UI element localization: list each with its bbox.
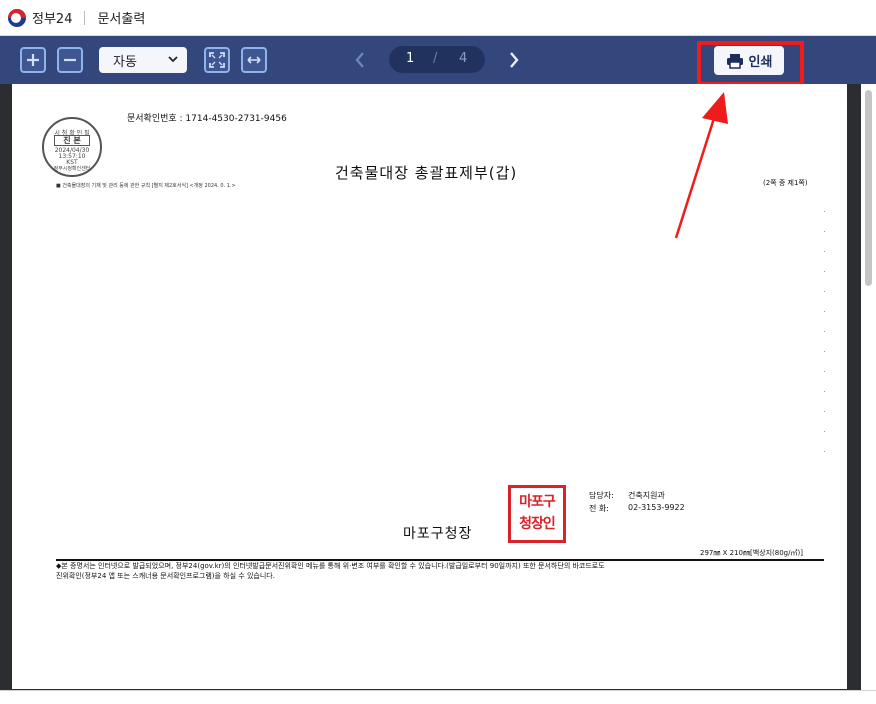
- contact-person-label: 담당자:: [589, 491, 614, 500]
- notice-line-2: 진위확인(정부24 앱 또는 스캐너용 문서확인프로그램)을 하실 수 있습니다…: [56, 572, 275, 580]
- zoom-out-icon: [64, 58, 76, 62]
- verification-seal-stamp: 시 청 확 인 필 진 본 2024/04/30 13:57:10 KST 정부…: [42, 117, 102, 177]
- seal-bottom-text: 정부시청확인센터: [53, 166, 91, 172]
- contact-person: 건축지원과: [628, 491, 665, 500]
- chevron-down-icon: [168, 56, 178, 63]
- margin-dot: [824, 411, 825, 412]
- contact-phone: 02-3153-9922: [628, 503, 685, 512]
- notice-line-1: ◆본 증명서는 인터넷으로 발급되었으며, 정부24(gov.kr)의 인터넷발…: [56, 562, 605, 570]
- margin-dot: [824, 251, 825, 252]
- fit-page-button[interactable]: [204, 47, 230, 73]
- next-page-icon: [510, 52, 519, 68]
- official-red-seal: 마포구 청장인: [508, 485, 566, 543]
- print-highlight-box: [697, 41, 804, 86]
- current-page-input[interactable]: 1: [406, 51, 414, 66]
- contact-phone-label: 전 화:: [589, 504, 609, 513]
- verification-number: 문서확인번호 : 1714-4530-2731-9456: [127, 114, 287, 124]
- margin-dot: [824, 211, 825, 212]
- title-bar: 정부24 문서출력: [0, 0, 876, 36]
- fit-width-icon: [247, 56, 261, 64]
- prev-page-icon: [355, 52, 364, 68]
- zoom-in-icon: [27, 54, 39, 66]
- fit-page-icon: [209, 52, 225, 68]
- margin-dot: [824, 391, 825, 392]
- zoom-in-button[interactable]: [20, 47, 46, 73]
- prev-page-button[interactable]: [350, 49, 370, 71]
- margin-dot: [824, 231, 825, 232]
- issuer-name: 마포구청장: [403, 526, 473, 542]
- document-title: 건축물대장 총괄표제부(갑): [335, 164, 518, 182]
- site-name: 정부24: [32, 12, 73, 27]
- margin-dot: [824, 291, 825, 292]
- bottom-strip: [0, 690, 876, 704]
- scrollbar-thumb[interactable]: [865, 90, 872, 286]
- red-seal-line1: 마포구: [519, 494, 556, 510]
- margin-dot: [824, 431, 825, 432]
- zoom-select-value: 자동: [113, 54, 137, 70]
- fit-width-button[interactable]: [241, 47, 267, 73]
- next-page-button[interactable]: [504, 49, 524, 71]
- margin-dot: [824, 451, 825, 452]
- red-seal-line2: 청장인: [519, 516, 556, 532]
- paper-spec: 297㎜ X 210㎜[백상지(80g/㎡)]: [700, 549, 803, 557]
- page-info: (2쪽 중 제1쪽): [763, 179, 808, 187]
- gov24-logo-icon: [8, 8, 26, 27]
- margin-dot: [824, 371, 825, 372]
- form-regulation-note: ■ 건축물대장의 기재 및 관리 등에 관한 규칙 [별지 제2호서식] <개정…: [56, 183, 236, 189]
- zoom-select[interactable]: 자동: [99, 47, 187, 73]
- vertical-scrollbar[interactable]: [861, 84, 876, 704]
- title-separator: [84, 10, 86, 25]
- seal-main-text: 진 본: [54, 135, 90, 146]
- zoom-out-button[interactable]: [57, 47, 83, 73]
- page-separator: /: [433, 51, 438, 66]
- margin-dot: [824, 331, 825, 332]
- page-indicator: 1 / 4: [389, 46, 485, 73]
- window-title: 문서출력: [97, 12, 146, 27]
- margin-dot: [824, 351, 825, 352]
- margin-dot: [824, 271, 825, 272]
- margin-dot: [824, 311, 825, 312]
- total-pages: 4: [459, 51, 468, 66]
